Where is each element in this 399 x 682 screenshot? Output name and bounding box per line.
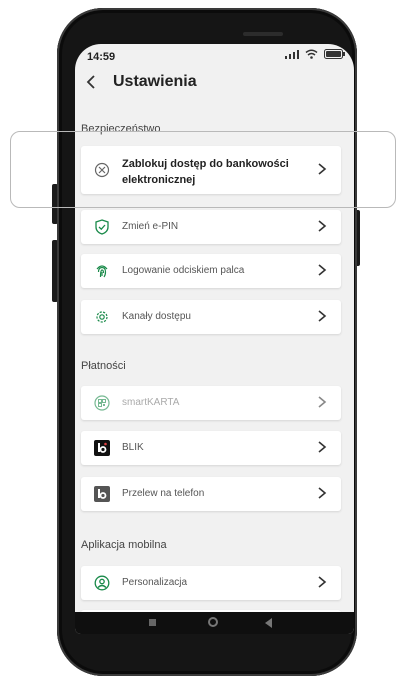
- personalization-item[interactable]: Personalizacja: [81, 566, 341, 600]
- app-header: Ustawienia: [75, 66, 354, 100]
- blik-label: BLIK: [122, 442, 144, 453]
- access-channels-item[interactable]: Kanały dostępu: [81, 300, 341, 334]
- speaker: [243, 32, 283, 36]
- access-channels-label: Kanały dostępu: [122, 311, 191, 322]
- back-chevron-icon[interactable]: [85, 74, 97, 95]
- change-pin-label: Zmień e-PIN: [122, 221, 179, 232]
- chevron-right-icon: [317, 309, 327, 328]
- fingerprint-icon: [94, 263, 110, 279]
- fingerprint-item[interactable]: Logowanie odciskiem palca: [81, 254, 341, 288]
- blik-item[interactable]: BLIK: [81, 431, 341, 465]
- status-time: 14:59: [87, 51, 116, 63]
- section-payments-label: Płatności: [81, 360, 126, 372]
- change-pin-item[interactable]: Zmień e-PIN: [81, 210, 341, 244]
- smartkarta-item[interactable]: smartKARTA: [81, 386, 341, 420]
- recent-apps-icon[interactable]: [149, 619, 156, 626]
- signal-icon: [285, 49, 299, 59]
- status-icons: [285, 49, 346, 59]
- shield-check-icon: [94, 219, 110, 235]
- chevron-right-icon: [317, 575, 327, 594]
- chevron-right-icon: [317, 395, 327, 414]
- status-bar: 14:59: [75, 44, 354, 66]
- section-mobile-app-label: Aplikacja mobilna: [81, 539, 167, 551]
- blik-icon: [94, 440, 110, 456]
- smartkarta-label: smartKARTA: [122, 397, 180, 408]
- gear-icon: [94, 309, 110, 325]
- user-circle-icon: [94, 575, 110, 591]
- phone-transfer-item[interactable]: Przelew na telefon: [81, 477, 341, 511]
- wifi-icon: [305, 49, 318, 59]
- page-title: Ustawienia: [113, 73, 197, 90]
- android-nav-bar: [75, 612, 354, 634]
- home-icon[interactable]: [208, 617, 218, 627]
- blik-outline-icon: [94, 486, 110, 502]
- back-triangle-icon[interactable]: [265, 618, 272, 628]
- chevron-right-icon: [317, 219, 327, 238]
- fingerprint-label: Logowanie odciskiem palca: [122, 265, 245, 276]
- personalization-label: Personalizacja: [122, 577, 188, 588]
- chevron-right-icon: [317, 486, 327, 505]
- phone-transfer-label: Przelew na telefon: [122, 488, 205, 499]
- chevron-right-icon: [317, 440, 327, 459]
- highlight-frame: [10, 131, 396, 208]
- qr-circle-icon: [94, 395, 110, 411]
- chevron-right-icon: [317, 263, 327, 282]
- battery-icon: [324, 49, 346, 59]
